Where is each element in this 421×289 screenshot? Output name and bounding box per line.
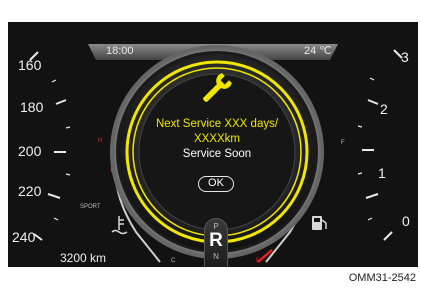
speed-label-160: 160: [18, 57, 42, 73]
sport-mode-label: SPORT: [80, 204, 101, 210]
coolant-temp-icon: [111, 216, 128, 235]
ok-button[interactable]: OK: [198, 176, 234, 192]
gear-n: N: [213, 252, 219, 261]
rpm-label-1: 1: [378, 165, 386, 181]
gear-current: R: [209, 230, 223, 251]
service-message: Next Service XXX days/ XXXXkm Service So…: [136, 117, 298, 162]
fuel-empty-label: E: [256, 258, 261, 264]
fuel-full-label: F: [341, 140, 345, 146]
rpm-label-2: 2: [380, 101, 388, 117]
temp-hot-label: H: [98, 138, 103, 144]
service-message-line2: XXXXkm: [193, 133, 240, 145]
speed-label-200: 200: [18, 143, 42, 159]
outside-temperature: 24 ℃: [304, 45, 332, 57]
fuel-pump-icon: [312, 216, 327, 230]
temp-cold-label: C: [171, 258, 176, 264]
rpm-label-0: 0: [402, 213, 410, 229]
rpm-label-3: 3: [401, 49, 409, 65]
speed-label-220: 220: [18, 183, 42, 199]
service-message-line1: Next Service XXX days/: [155, 118, 279, 130]
speed-label-180: 180: [20, 99, 44, 115]
gear-indicator: P R N: [204, 218, 228, 267]
cluster-display: 18:00 24 ℃ 160 180 200 220 240 3 2 1 0 S…: [8, 22, 418, 267]
clock-time: 18:00: [106, 45, 134, 57]
odometer: 3200 km: [60, 251, 107, 265]
speed-label-240: 240: [12, 229, 36, 245]
service-message-line3: Service Soon: [182, 148, 252, 160]
rpm-ticks: [357, 49, 403, 241]
figure-code: OMM31-2542: [348, 272, 416, 284]
